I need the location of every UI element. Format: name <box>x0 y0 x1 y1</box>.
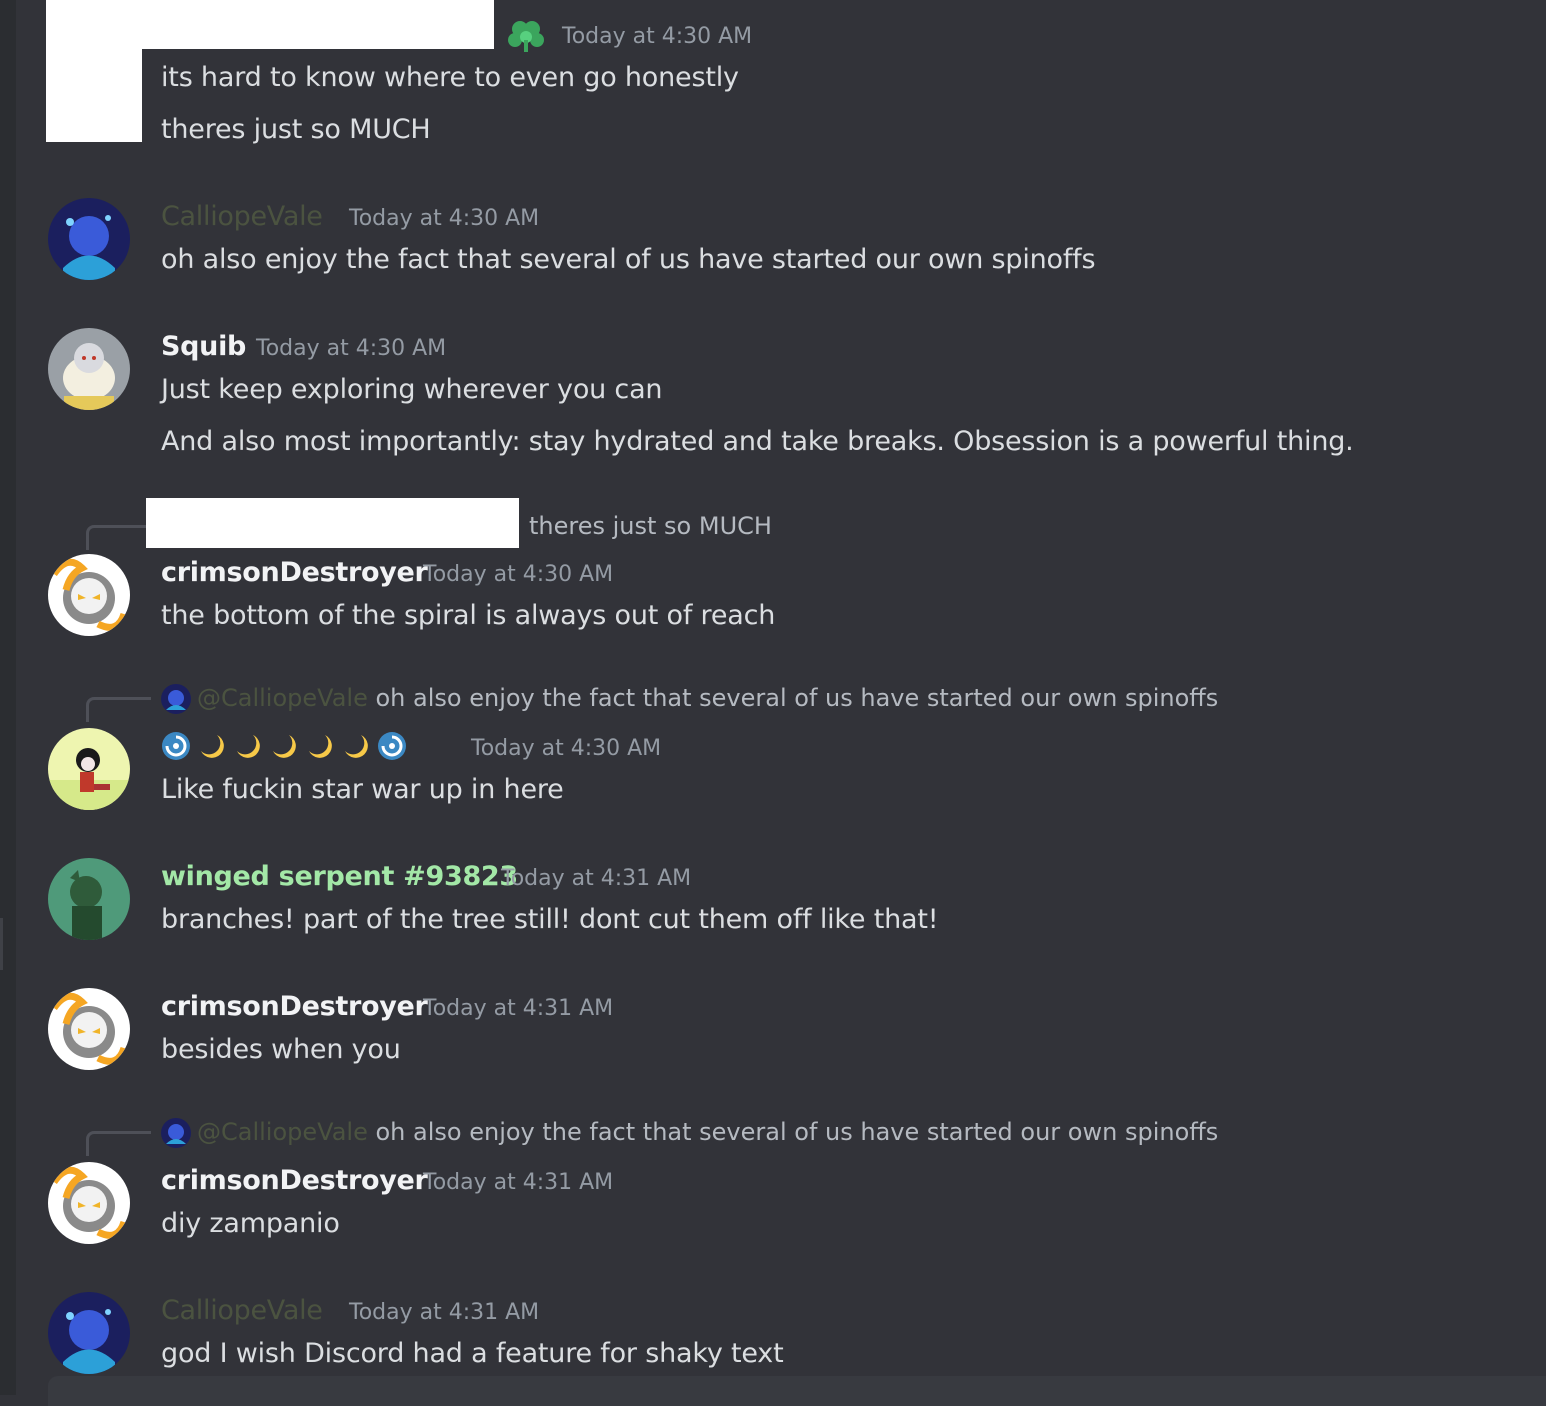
message-text: And also most importantly: stay hydrated… <box>161 426 1354 457</box>
message-timestamp: Today at 4:30 AM <box>256 336 447 361</box>
message-timestamp: Today at 4:31 AM <box>501 866 692 891</box>
mini-avatar-calliopevale <box>161 684 191 714</box>
username[interactable]: Squib <box>161 331 246 362</box>
redacted-avatar <box>46 49 142 142</box>
mini-avatar-calliopevale <box>161 1118 191 1148</box>
username[interactable]: crimsonDestroyer <box>161 991 428 1022</box>
message-text: its hard to know where to even go honest… <box>161 62 739 93</box>
scroll-marker <box>0 918 3 970</box>
username[interactable]: crimsonDestroyer <box>161 557 428 588</box>
message-text: besides when you <box>161 1034 401 1065</box>
crescent-moon-icon <box>269 731 299 761</box>
avatar-squib[interactable] <box>48 328 130 410</box>
reply-mention[interactable]: @CalliopeVale <box>197 1118 368 1146</box>
avatar-emoji-user[interactable] <box>48 728 130 810</box>
message-text: branches! part of the tree still! dont c… <box>161 904 939 935</box>
crescent-moon-icon <box>197 731 227 761</box>
reply-preview[interactable]: @CalliopeVale oh also enjoy the fact tha… <box>161 1118 1218 1148</box>
crescent-moon-icon <box>305 731 335 761</box>
message-text: god I wish Discord had a feature for sha… <box>161 1338 784 1369</box>
reply-preview-text: oh also enjoy the fact that several of u… <box>375 1118 1219 1146</box>
username[interactable]: crimsonDestroyer <box>161 1165 428 1196</box>
avatar-crimsondestroyer[interactable] <box>48 554 130 636</box>
reply-connector <box>86 525 151 550</box>
redacted-username <box>46 0 494 49</box>
reply-mention[interactable]: @CalliopeVale <box>197 684 368 712</box>
avatar-calliopevale[interactable] <box>48 1292 130 1374</box>
clover-role-icon <box>506 18 546 58</box>
reply-connector <box>86 1131 151 1156</box>
message-text: oh also enjoy the fact that several of u… <box>161 244 1096 275</box>
username[interactable]: CalliopeVale <box>161 201 323 232</box>
message-timestamp: Today at 4:31 AM <box>423 996 614 1021</box>
reply-connector <box>86 697 151 722</box>
message-text: Just keep exploring wherever you can <box>161 374 663 405</box>
cyclone-icon <box>161 731 191 761</box>
message-text: theres just so MUCH <box>161 114 431 145</box>
message-timestamp: Today at 4:30 AM <box>562 24 753 49</box>
avatar-crimsondestroyer[interactable] <box>48 1162 130 1244</box>
username[interactable]: CalliopeVale <box>161 1295 323 1326</box>
message-timestamp: Today at 4:31 AM <box>349 1300 540 1325</box>
cyclone-icon <box>377 731 407 761</box>
message-timestamp: Today at 4:30 AM <box>423 562 614 587</box>
redacted-reply-author <box>146 498 519 548</box>
avatar-winged-serpent[interactable] <box>48 858 130 940</box>
message-text: diy zampanio <box>161 1208 340 1239</box>
typing-indicator-bar <box>48 1376 1546 1406</box>
crescent-moon-icon <box>341 731 371 761</box>
message-timestamp: Today at 4:30 AM <box>349 206 540 231</box>
crescent-moon-icon <box>233 731 263 761</box>
reply-preview-text[interactable]: theres just so MUCH <box>529 512 772 540</box>
message-text: the bottom of the spiral is always out o… <box>161 600 776 631</box>
username[interactable]: winged serpent #93823 <box>161 861 518 892</box>
username-emoji-row[interactable] <box>161 731 413 761</box>
message-timestamp: Today at 4:30 AM <box>471 736 662 761</box>
avatar-crimsondestroyer[interactable] <box>48 988 130 1070</box>
message-text: Like fuckin star war up in here <box>161 774 564 805</box>
reply-preview-text: oh also enjoy the fact that several of u… <box>375 684 1219 712</box>
server-sidebar-edge <box>0 0 16 1395</box>
message-timestamp: Today at 4:31 AM <box>423 1170 614 1195</box>
avatar-calliopevale[interactable] <box>48 198 130 280</box>
reply-preview[interactable]: @CalliopeVale oh also enjoy the fact tha… <box>161 684 1218 714</box>
